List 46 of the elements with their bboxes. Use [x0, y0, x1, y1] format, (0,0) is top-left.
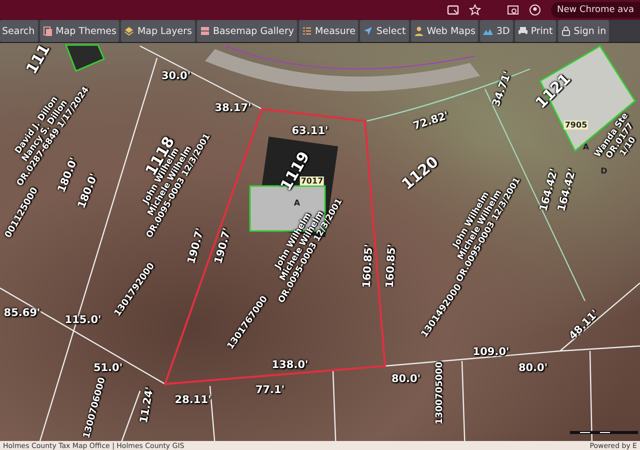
dimension-label: 63.11'	[292, 125, 328, 137]
dimension-label: 160.85'	[360, 244, 376, 288]
dimension-label: 109.0'	[472, 346, 510, 358]
toolbar-button[interactable]: Search	[0, 20, 38, 42]
dimension-label: 11.24'	[138, 386, 156, 424]
profile-icon[interactable]	[528, 4, 541, 16]
dimension-label: 85.69'	[4, 307, 40, 319]
pages-icon	[42, 26, 53, 36]
dimension-label: 160.85'	[384, 244, 398, 288]
print-icon	[518, 26, 528, 36]
dimension-label: 77.1'	[255, 384, 285, 396]
dimension-label: 80.0'	[391, 373, 421, 385]
parcel-id: 1300705000	[435, 362, 445, 424]
building-label: D	[600, 166, 608, 176]
toolbar-button[interactable]: Map Layers	[121, 20, 195, 42]
dimension-label: 164.42'	[556, 167, 578, 213]
dimension-label: 80.0'	[518, 362, 548, 374]
star-icon[interactable]	[468, 4, 481, 16]
scale-bar	[570, 431, 638, 434]
layers-icon	[124, 26, 134, 36]
toolbar-button[interactable]: Map Themes	[40, 20, 120, 42]
dimension-label: 30.0'	[161, 70, 191, 82]
building-label: A	[294, 198, 300, 208]
arrow-pointer-icon	[363, 26, 374, 36]
toolbar-button[interactable]: Basemap Gallery	[196, 20, 298, 42]
dimension-label: 190.7'	[212, 226, 234, 266]
lock-icon	[560, 26, 571, 36]
toolbar-button[interactable]: Select	[360, 20, 409, 42]
toolbar-button[interactable]: Measure	[299, 20, 358, 42]
building-label: A	[582, 142, 590, 152]
cast-icon[interactable]	[446, 4, 459, 16]
search-tab-icon[interactable]	[506, 4, 519, 16]
dimension-label: 28.11'	[174, 394, 212, 406]
toolbar-button[interactable]: 3D	[480, 20, 513, 42]
dimension-label: 138.0'	[272, 359, 308, 371]
person-icon	[414, 26, 424, 36]
building-label: 7905	[564, 120, 588, 130]
list-icon	[302, 26, 312, 36]
toolbar-button[interactable]: Web Maps	[410, 20, 478, 42]
update-notice[interactable]: New Chrome ava	[550, 2, 640, 18]
gallery-icon	[200, 26, 210, 36]
dimension-label: 38.17'	[214, 102, 252, 114]
toolbar-button[interactable]: Sign in	[558, 20, 610, 42]
dimension-label: 51.0'	[93, 362, 123, 374]
dimension-label: 190.7'	[186, 226, 206, 266]
toolbar-button[interactable]: Print	[514, 20, 556, 42]
